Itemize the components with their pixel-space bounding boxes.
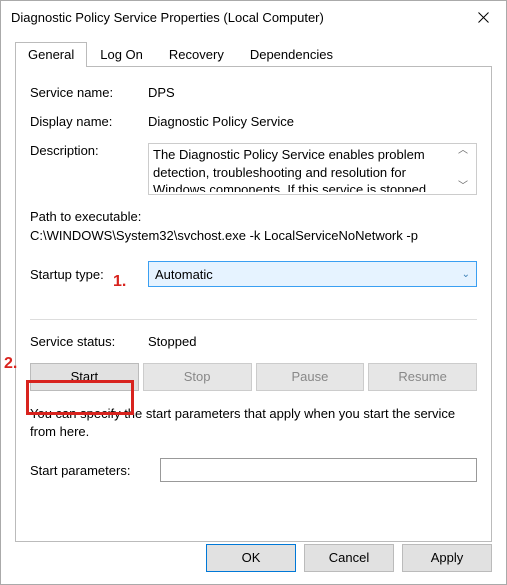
start-params-label: Start parameters: — [30, 463, 160, 478]
service-name-label: Service name: — [30, 85, 148, 100]
startup-type-value: Automatic — [155, 267, 213, 282]
description-text: The Diagnostic Policy Service enables pr… — [153, 146, 454, 192]
close-icon — [478, 12, 489, 23]
tab-general[interactable]: General — [15, 42, 87, 67]
start-params-hint: You can specify the start parameters tha… — [30, 405, 477, 440]
resume-button: Resume — [368, 363, 477, 391]
ok-button[interactable]: OK — [206, 544, 296, 572]
startup-type-select[interactable]: Automatic ⌄ — [148, 261, 477, 287]
tab-panel-general: Service name: DPS Display name: Diagnost… — [15, 67, 492, 542]
pause-button: Pause — [256, 363, 365, 391]
tab-recovery[interactable]: Recovery — [156, 42, 237, 67]
stop-button: Stop — [143, 363, 252, 391]
window-title: Diagnostic Policy Service Properties (Lo… — [11, 10, 460, 25]
tab-logon[interactable]: Log On — [87, 42, 156, 67]
scroll-down-icon[interactable]: ﹀ — [458, 182, 468, 192]
description-box: The Diagnostic Policy Service enables pr… — [148, 143, 477, 195]
content-area: General Log On Recovery Dependencies Ser… — [1, 33, 506, 542]
description-scrollbar[interactable]: ︿ ﹀ — [454, 146, 472, 192]
cancel-button[interactable]: Cancel — [304, 544, 394, 572]
service-name-value: DPS — [148, 85, 477, 100]
display-name-value: Diagnostic Policy Service — [148, 114, 477, 129]
description-label: Description: — [30, 143, 148, 195]
tab-strip: General Log On Recovery Dependencies — [15, 41, 492, 67]
divider — [30, 319, 477, 320]
path-value: C:\WINDOWS\System32\svchost.exe -k Local… — [30, 228, 477, 243]
start-params-input[interactable] — [160, 458, 477, 482]
startup-type-label: Startup type: — [30, 267, 148, 282]
apply-button[interactable]: Apply — [402, 544, 492, 572]
scroll-up-icon[interactable]: ︿ — [458, 146, 468, 156]
chevron-down-icon: ⌄ — [462, 269, 470, 280]
properties-window: Diagnostic Policy Service Properties (Lo… — [0, 0, 507, 585]
start-button[interactable]: Start — [30, 363, 139, 391]
titlebar: Diagnostic Policy Service Properties (Lo… — [1, 1, 506, 33]
display-name-label: Display name: — [30, 114, 148, 129]
service-status-label: Service status: — [30, 334, 148, 349]
close-button[interactable] — [460, 1, 506, 33]
dialog-buttons: OK Cancel Apply — [206, 544, 492, 572]
tab-dependencies[interactable]: Dependencies — [237, 42, 346, 67]
service-status-value: Stopped — [148, 334, 477, 349]
service-control-buttons: Start Stop Pause Resume — [30, 363, 477, 391]
path-label: Path to executable: — [30, 209, 477, 224]
